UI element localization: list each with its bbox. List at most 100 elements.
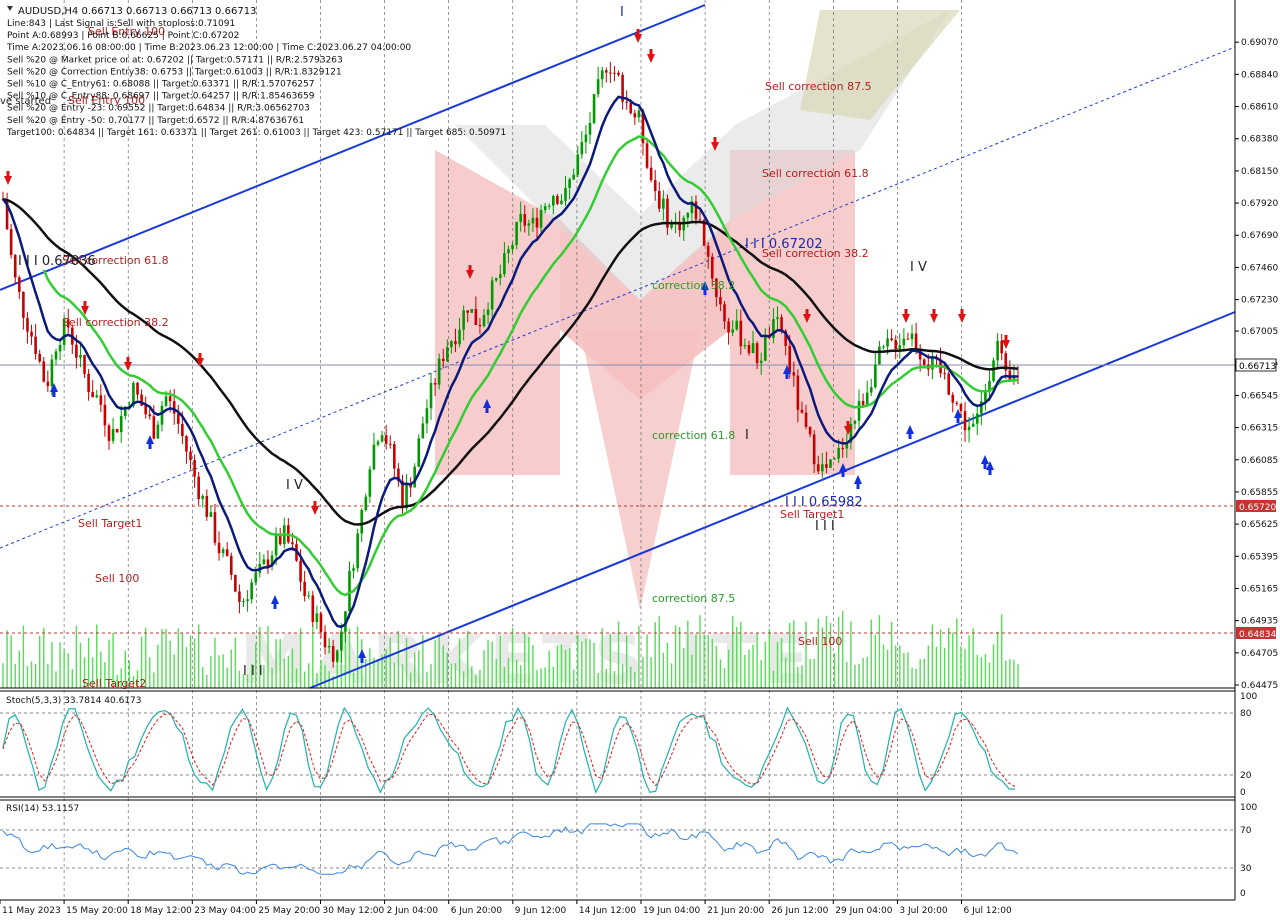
rsi-scale-100: 100 — [1240, 803, 1257, 813]
candle-body — [46, 381, 50, 387]
candle-body — [780, 317, 783, 331]
candle-body — [951, 394, 955, 403]
candle-body — [723, 304, 726, 322]
candle-body — [511, 245, 514, 250]
time-label: 6 Jul 12:00 — [964, 906, 1013, 916]
label-sell-target1-left: Sell Target1 — [78, 517, 142, 530]
candle-body — [79, 355, 82, 358]
candle-body — [482, 315, 486, 327]
candle-body — [242, 600, 245, 602]
price-tick-label: 0.67005 — [1241, 327, 1278, 337]
candle-body — [185, 436, 188, 452]
candle-body — [719, 296, 722, 305]
stoch-level-20: 20 — [1240, 771, 1252, 781]
time-label: 9 Jun 12:00 — [515, 906, 567, 916]
candle-body — [837, 448, 840, 459]
candle-body — [441, 358, 445, 362]
rsi-level-30: 30 — [1240, 864, 1252, 874]
candle-body — [246, 599, 249, 601]
candle-body — [657, 191, 661, 209]
price-tick-label: 0.64705 — [1241, 649, 1278, 659]
candle-body — [136, 382, 139, 395]
candle-body — [13, 254, 17, 278]
candle-body — [731, 329, 734, 333]
candle-body — [446, 347, 449, 362]
candle-body — [792, 372, 796, 376]
candle-body — [205, 496, 209, 517]
candle-body — [291, 542, 294, 545]
candle-body — [804, 412, 808, 427]
candle-body — [1000, 340, 1003, 354]
candle-body — [617, 72, 620, 75]
candle-body — [168, 396, 172, 402]
candle-body — [560, 200, 563, 204]
candle-body — [450, 341, 453, 348]
candle-body — [197, 476, 200, 500]
candle-body — [58, 344, 62, 352]
candle-body — [384, 435, 388, 444]
candle-body — [26, 317, 29, 332]
candle-body — [584, 134, 588, 143]
candle-body — [833, 458, 836, 460]
time-label: 25 May 20:00 — [258, 906, 320, 916]
candle-body — [539, 210, 543, 228]
candle-body — [234, 574, 237, 592]
candle-body — [352, 568, 355, 571]
symbol-header: AUDUSD,H4 0.66713 0.66713 0.66713 0.6671… — [18, 6, 256, 17]
candle-body — [380, 435, 384, 442]
candle-body — [959, 403, 963, 412]
candle-body — [894, 340, 898, 350]
current-price-text: 0.66713 — [1239, 362, 1276, 372]
candle-body — [507, 249, 510, 254]
label-wave-c-value: I I I 0.67202 — [745, 237, 823, 252]
candle-body — [319, 613, 323, 632]
candle-body — [600, 70, 604, 80]
candle-body — [763, 335, 767, 361]
price-tick-label: 0.66315 — [1241, 424, 1278, 434]
label-correction-875: correction 87.5 — [652, 592, 735, 605]
info-line: Time A:2023.06.16 08:00:00 | Time B:2023… — [6, 43, 411, 53]
candle-body — [91, 392, 94, 398]
stoch-level-80: 80 — [1240, 709, 1252, 719]
label-sell-correction-875: Sell correction 87.5 — [765, 80, 872, 93]
candle-body — [556, 195, 559, 204]
candle-body — [299, 560, 302, 582]
stoch-scale-0: 0 — [1240, 788, 1246, 798]
candle-body — [201, 496, 205, 500]
candle-body — [874, 364, 877, 388]
label-sell-correction-382-left: Sell correction 38.2 — [62, 316, 169, 329]
label-sell-correction-618-top: Sell correction 61.8 — [762, 167, 869, 180]
candle-body — [360, 510, 364, 534]
price-tick-label: 0.67230 — [1241, 296, 1278, 306]
candle-body — [458, 329, 461, 345]
info-line: Sell %20 @ Entry -50: 0.70177 || Target:… — [7, 116, 304, 126]
label-sell-100-mid: Sell 100 — [798, 635, 842, 648]
label-sell-100-left: Sell 100 — [95, 572, 139, 585]
price-tick-label: 0.64475 — [1241, 681, 1278, 691]
candle-body — [588, 123, 592, 135]
candle-body — [209, 512, 213, 517]
price-tick-label: 0.65855 — [1241, 488, 1278, 498]
candle-body — [857, 400, 861, 421]
candle-body — [596, 79, 600, 95]
candle-body — [759, 360, 763, 364]
candle-body — [975, 413, 979, 424]
candle-body — [527, 223, 531, 226]
label-correction-618: correction 61.8 — [652, 429, 735, 442]
candle-body — [189, 451, 192, 461]
candle-body — [580, 142, 584, 155]
candle-body — [739, 320, 743, 347]
candle-body — [547, 205, 551, 207]
label-wave-left-value: I I I 0.67036 — [18, 254, 96, 269]
candle-body — [274, 535, 278, 556]
candle-body — [788, 345, 792, 373]
candle-body — [95, 395, 99, 398]
candle-body — [747, 345, 751, 354]
info-line: Point A:0.68993 | Point B:0.66625 | Poin… — [7, 31, 239, 41]
candle-body — [967, 426, 971, 431]
candle-body — [821, 464, 824, 472]
candle-body — [882, 346, 885, 348]
candle-body — [898, 345, 902, 350]
candle-body — [906, 338, 910, 340]
info-line: Sell %20 @ Market price or at: 0.67202 |… — [7, 55, 343, 65]
